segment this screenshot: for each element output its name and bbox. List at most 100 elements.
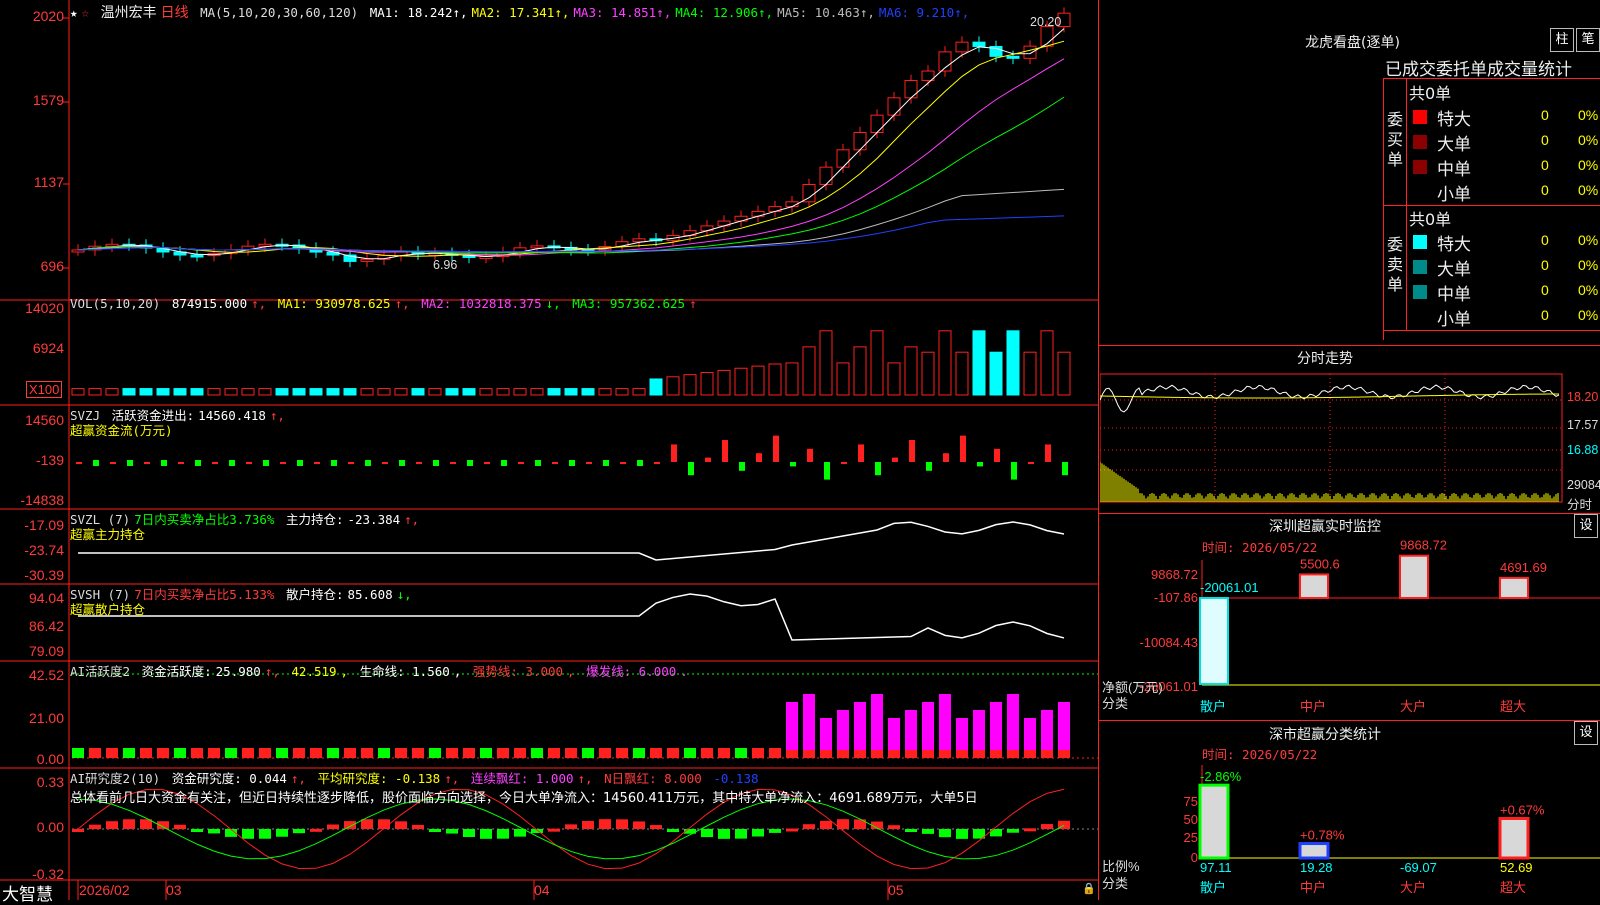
intraday-chart[interactable] bbox=[1100, 370, 1600, 510]
sell-row-label-1: 大单 bbox=[1437, 260, 1471, 280]
buy-row-label-1: 大单 bbox=[1437, 135, 1471, 155]
ss-ratio-chart[interactable]: 75 50 25 0 比例% 分类 -2.86% 97.11 散户 +0.78% 19.28 中户 -6… bbox=[1100, 760, 1600, 900]
ss-cat-label: 分类 bbox=[1102, 876, 1128, 891]
buy-swatch-1 bbox=[1413, 135, 1427, 149]
ss-cat-0: 散户 bbox=[1200, 880, 1226, 895]
svzl-ytick-2: -30.39 bbox=[24, 567, 64, 583]
sell-swatch-1 bbox=[1413, 260, 1427, 274]
ss-bottom-label-2: -69.07 bbox=[1400, 860, 1437, 875]
buy-swatch-3 bbox=[1413, 185, 1427, 199]
ma-value-2: MA2: 17.341↑, bbox=[471, 5, 570, 20]
ss-cat-3: 超大 bbox=[1500, 880, 1526, 895]
sell-row-pct-0: 0% bbox=[1578, 232, 1599, 248]
sz-cat-2: 大户 bbox=[1400, 699, 1426, 714]
buy-row-pct-2: 0% bbox=[1578, 157, 1599, 173]
ss-settings-button[interactable]: 设 bbox=[1574, 721, 1598, 745]
ss-bottom-label-0: 97.11 bbox=[1200, 860, 1232, 875]
intraday-tick-1: 17.57 bbox=[1567, 418, 1599, 432]
sell-row-pct-3: 0% bbox=[1578, 307, 1599, 323]
svzl-sub: 超赢主力持仓 bbox=[70, 527, 146, 542]
svzj-ytick-0: 14560 bbox=[25, 412, 64, 428]
ss-bar-1[interactable] bbox=[1298, 842, 1330, 860]
buy-row-label-2: 中单 bbox=[1437, 160, 1471, 180]
intraday-tick-0: 18.20 bbox=[1567, 390, 1599, 404]
buy-row-count-2: 0 bbox=[1541, 157, 1549, 173]
bar-mode-button[interactable]: 柱 bbox=[1550, 28, 1574, 52]
sz-ytick-0: 9868.72 bbox=[1151, 567, 1198, 582]
x-label-mar: 03 bbox=[166, 882, 182, 898]
high-label: 20.20 bbox=[1030, 15, 1062, 29]
ss-bar-0[interactable] bbox=[1198, 783, 1230, 860]
sz-ytick-2: -10084.43 bbox=[1139, 635, 1198, 650]
sell-row-count-1: 0 bbox=[1541, 257, 1549, 273]
sell-row-label-0: 特大 bbox=[1437, 235, 1471, 255]
main-header: ★ ☆ 温州宏丰 日线 MA(5,10,20,30,60,120) MA1: 18.… bbox=[70, 2, 977, 22]
sz-net-chart[interactable]: 9868.72 -107.86 -10084.43 -20061.01 净额(万元)分类… bbox=[1100, 540, 1600, 720]
sell-swatch-3 bbox=[1413, 310, 1427, 324]
chart-canvas[interactable] bbox=[0, 0, 1098, 900]
ma-value-3: MA3: 14.851↑, bbox=[573, 5, 672, 20]
sz-cat-label: 分类 bbox=[1102, 696, 1128, 711]
ai2-summary: 总体看前几日大资金有关注，但近日持续性逐步降低，股价面临方向选择，今日大单净流入… bbox=[70, 791, 978, 806]
ma-value-1: MA1: 18.242↑, bbox=[369, 5, 468, 20]
sell-swatch-2 bbox=[1413, 285, 1427, 299]
buy-row-count-3: 0 bbox=[1541, 182, 1549, 198]
lock-icon[interactable]: 🔒 bbox=[1082, 882, 1096, 895]
sz-bar-2[interactable] bbox=[1399, 554, 1429, 599]
x-label-may: 05 bbox=[888, 882, 904, 898]
sz-bar-1[interactable] bbox=[1299, 573, 1329, 599]
sz-monitor-title: 深圳超赢实时监控 bbox=[1269, 519, 1381, 535]
period-label[interactable]: 日线 bbox=[161, 5, 189, 21]
ai2-header: AI研究度2(10) 资金研究度: 0.044 ↑, 平均研究度: -0.138 ↑… bbox=[70, 771, 759, 786]
stat-title: 已成交委托单成交量统计 bbox=[1385, 60, 1572, 80]
svzj-ytick-2: -14838 bbox=[20, 492, 64, 508]
intraday-title: 分时走势 bbox=[1297, 351, 1353, 367]
ai1-ytick-2: 0.00 bbox=[36, 751, 64, 767]
svsh-sub: 超赢散户持仓 bbox=[70, 602, 146, 617]
tick-mode-button[interactable]: 笔 bbox=[1576, 28, 1600, 52]
ss-ytick-0: 75 bbox=[1184, 794, 1198, 809]
ss-stat-title: 深市超赢分类统计 bbox=[1269, 727, 1381, 743]
x-label-apr: 04 bbox=[534, 882, 550, 898]
sell-row-count-0: 0 bbox=[1541, 232, 1549, 248]
vol-unit[interactable]: X100 bbox=[26, 381, 63, 398]
sell-row-label-2: 中单 bbox=[1437, 285, 1471, 305]
ai1-ytick-1: 21.00 bbox=[28, 710, 64, 726]
main-ytick-0: 2020 bbox=[32, 8, 64, 24]
kline-chart-area[interactable]: ★ ☆ 温州宏丰 日线 MA(5,10,20,30,60,120) MA1: 18.… bbox=[0, 0, 1098, 905]
svzj-ytick-1: -139 bbox=[35, 452, 64, 468]
ss-ytick-2: 25 bbox=[1184, 830, 1198, 845]
sell-row-label-3: 小单 bbox=[1437, 310, 1471, 330]
sz-bar-0[interactable] bbox=[1199, 597, 1229, 685]
stock-name[interactable]: 温州宏丰 bbox=[101, 5, 157, 21]
sz-ytick-1: -107.86 bbox=[1154, 590, 1198, 605]
sell-row-pct-2: 0% bbox=[1578, 282, 1599, 298]
sell-swatch-0 bbox=[1413, 235, 1427, 249]
ss-cat-2: 大户 bbox=[1400, 880, 1426, 895]
sz-cat-1: 中户 bbox=[1300, 699, 1326, 714]
x-label-feb: 2026/02 bbox=[79, 882, 130, 898]
ai1-header: AI活跃度2 资金活跃度: 25.980 ↑, 42.519, 生命线: 1.560… bbox=[70, 664, 688, 679]
sz-bar-3[interactable] bbox=[1499, 576, 1529, 600]
buy-group-label: 委买单 bbox=[1387, 110, 1404, 169]
sz-cat-0: 散户 bbox=[1200, 699, 1226, 714]
vol-ytick-1: 6924 bbox=[32, 340, 64, 356]
brand-logo: 大智慧 bbox=[2, 885, 53, 905]
pin-icon[interactable]: ☆ bbox=[82, 5, 90, 20]
vol-header: VOL(5,10,20) 874915.000 ↑, MA1: 930978.62… bbox=[70, 296, 697, 311]
main-ytick-2: 1137 bbox=[33, 174, 64, 190]
buy-swatch-0 bbox=[1413, 110, 1427, 124]
buy-row-label-3: 小单 bbox=[1437, 185, 1471, 205]
sz-settings-button[interactable]: 设 bbox=[1574, 514, 1598, 538]
ma-value-5: MA5: 10.463↑, bbox=[777, 5, 875, 20]
sz-bar-label-3: 4691.69 bbox=[1500, 560, 1547, 575]
buy-row-pct-3: 0% bbox=[1578, 182, 1599, 198]
low-label: 6.96 bbox=[433, 258, 458, 272]
ss-cat-1: 中户 bbox=[1300, 880, 1326, 895]
intraday-tick-2: 16.88 bbox=[1567, 443, 1599, 457]
main-ytick-3: 696 bbox=[40, 258, 64, 274]
ss-ytick-1: 50 bbox=[1184, 812, 1198, 827]
star-icon[interactable]: ★ bbox=[70, 5, 78, 20]
sell-row-count-3: 0 bbox=[1541, 307, 1549, 323]
ss-bar-3[interactable] bbox=[1498, 816, 1530, 860]
